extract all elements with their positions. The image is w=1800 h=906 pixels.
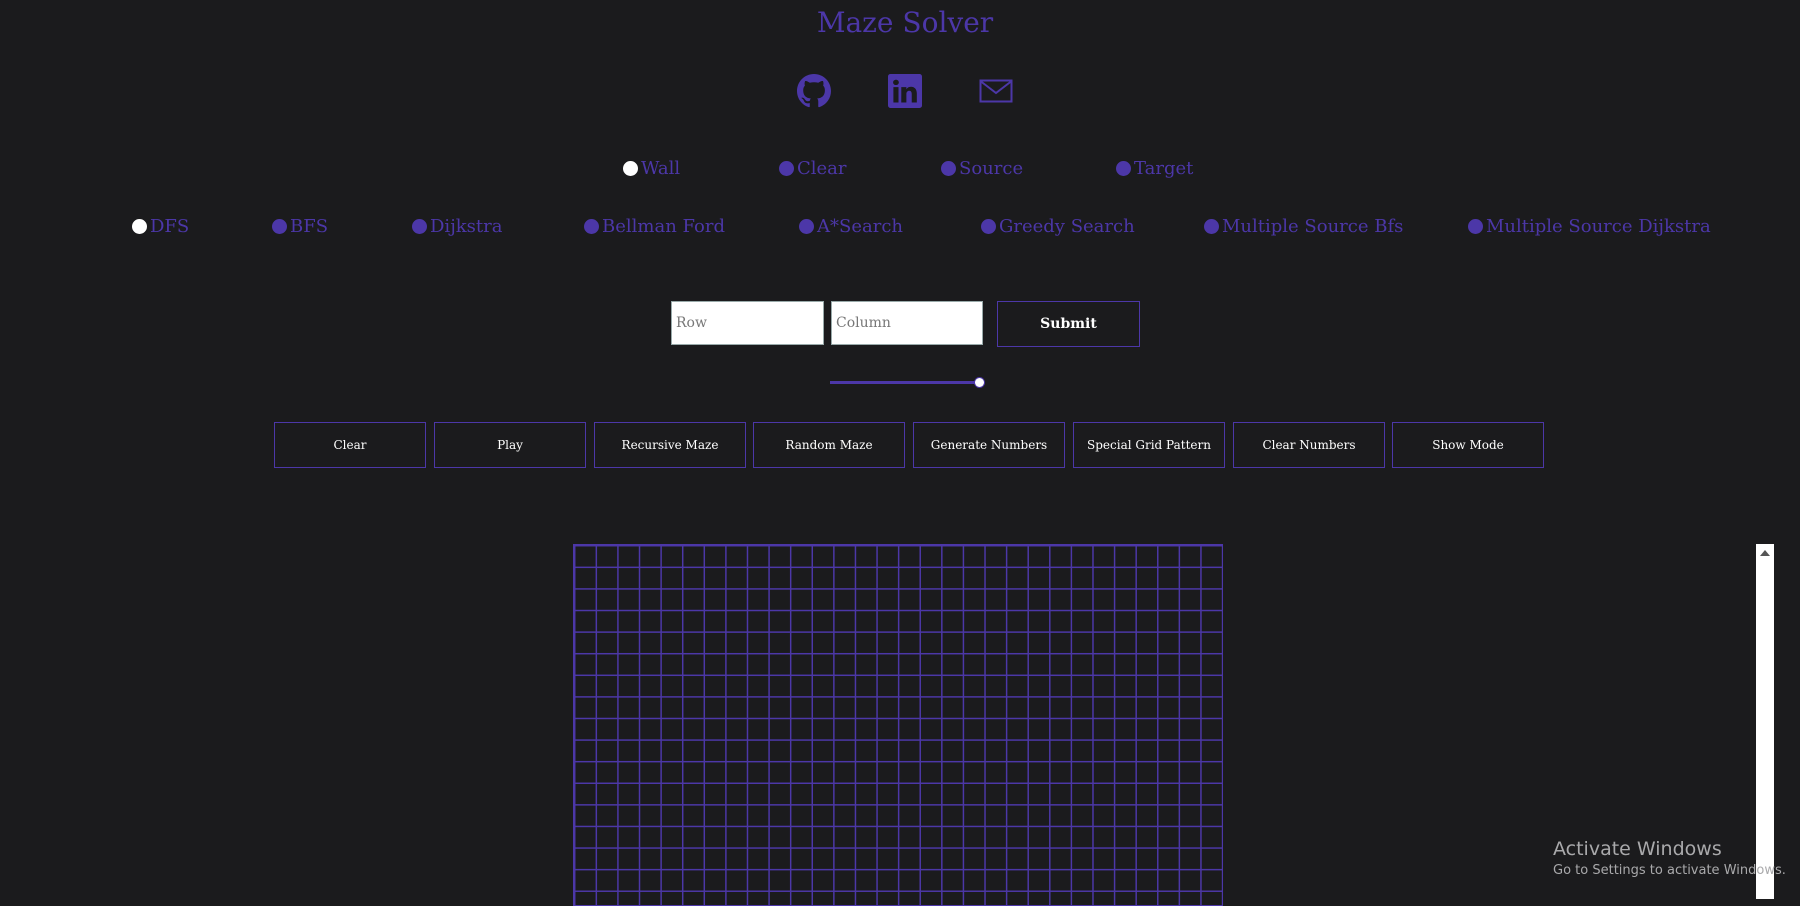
column-input[interactable] [831, 301, 983, 345]
scroll-up-arrow-icon[interactable] [1760, 550, 1770, 556]
row-input[interactable] [671, 301, 824, 345]
algo-label: Bellman Ford [602, 216, 725, 237]
mode-wall[interactable]: Wall [623, 158, 680, 179]
play-button[interactable]: Play [434, 422, 586, 468]
algo-multi-bfs[interactable]: Multiple Source Bfs [1204, 216, 1403, 237]
radio-dot [941, 161, 956, 176]
recursive-maze-button[interactable]: Recursive Maze [594, 422, 746, 468]
radio-dot [1116, 161, 1131, 176]
clear-numbers-button[interactable]: Clear Numbers [1233, 422, 1385, 468]
mode-target[interactable]: Target [1116, 158, 1193, 179]
algo-multi-dijkstra[interactable]: Multiple Source Dijkstra [1468, 216, 1711, 237]
mode-label: Target [1134, 158, 1194, 179]
watermark-subtitle: Go to Settings to activate Windows. [1553, 863, 1786, 878]
algo-label: Multiple Source Bfs [1222, 216, 1404, 237]
linkedin-icon [888, 74, 922, 108]
algo-bellman-ford[interactable]: Bellman Ford [584, 216, 725, 237]
maze-grid[interactable] [573, 544, 1223, 906]
radio-dot [584, 219, 599, 234]
radio-dot [779, 161, 794, 176]
algo-label: Dijkstra [430, 216, 503, 237]
submit-button[interactable]: Submit [997, 301, 1140, 347]
random-maze-button[interactable]: Random Maze [753, 422, 905, 468]
page-title: Maze Solver [816, 6, 994, 39]
radio-dot [132, 219, 147, 234]
mode-label: Source [959, 158, 1024, 179]
radio-dot [981, 219, 996, 234]
algo-label: Multiple Source Dijkstra [1486, 216, 1711, 237]
algo-label: DFS [150, 216, 190, 237]
speed-slider-track[interactable] [830, 381, 980, 384]
watermark-title: Activate Windows [1553, 838, 1722, 860]
github-link[interactable] [797, 74, 831, 110]
algo-greedy[interactable]: Greedy Search [981, 216, 1135, 237]
speed-slider-thumb[interactable] [975, 378, 984, 387]
radio-dot [272, 219, 287, 234]
mode-label: Clear [797, 158, 847, 179]
radio-dot [412, 219, 427, 234]
algo-label: BFS [290, 216, 329, 237]
linkedin-link[interactable] [888, 74, 922, 110]
algo-label: A*Search [817, 216, 903, 237]
algo-a-star[interactable]: A*Search [799, 216, 903, 237]
algo-bfs[interactable]: BFS [272, 216, 328, 237]
github-icon [797, 74, 831, 108]
clear-button[interactable]: Clear [274, 422, 426, 468]
radio-dot [799, 219, 814, 234]
radio-dot [623, 161, 638, 176]
radio-dot [1204, 219, 1219, 234]
special-grid-pattern-button[interactable]: Special Grid Pattern [1073, 422, 1225, 468]
mode-label: Wall [641, 158, 681, 179]
show-mode-button[interactable]: Show Mode [1392, 422, 1544, 468]
mode-clear[interactable]: Clear [779, 158, 847, 179]
email-link[interactable] [979, 74, 1013, 110]
algo-dijkstra[interactable]: Dijkstra [412, 216, 502, 237]
mail-icon [979, 79, 1013, 103]
generate-numbers-button[interactable]: Generate Numbers [913, 422, 1065, 468]
algo-label: Greedy Search [999, 216, 1135, 237]
activation-watermark: Activate Windows Go to Settings to activ… [1553, 838, 1786, 878]
algo-dfs[interactable]: DFS [132, 216, 189, 237]
mode-source[interactable]: Source [941, 158, 1023, 179]
radio-dot [1468, 219, 1483, 234]
